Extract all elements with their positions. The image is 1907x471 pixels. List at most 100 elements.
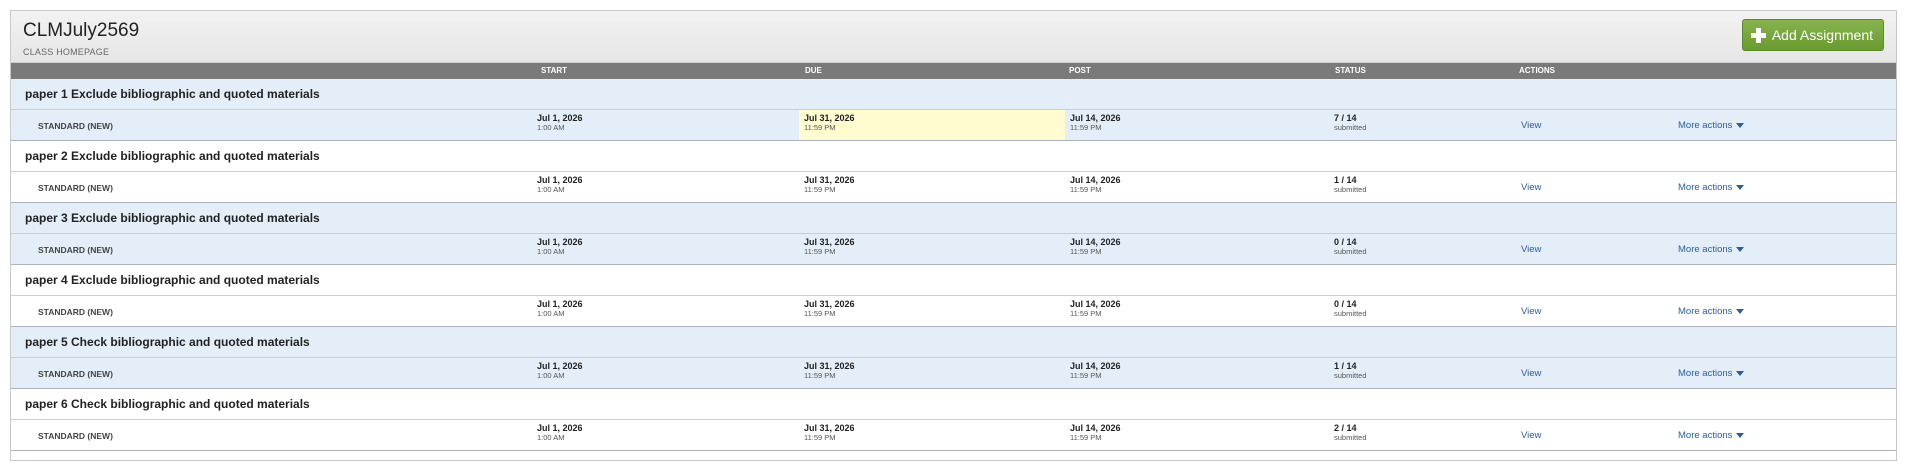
due-cell: Jul 31, 2026 11:59 PM	[799, 296, 1065, 326]
more-actions-label: More actions	[1678, 306, 1733, 317]
status-cell: 7 / 14 submitted	[1334, 110, 1484, 140]
due-date: Jul 31, 2026	[804, 175, 855, 185]
caret-down-icon	[1736, 246, 1745, 252]
assignment-detail-row: STANDARD (NEW) Jul 1, 2026 1:00 AM Jul 3…	[11, 172, 1896, 203]
due-date: Jul 31, 2026	[804, 423, 855, 433]
view-link[interactable]: View	[1521, 244, 1541, 255]
assignment-title-row: paper 1 Exclude bibliographic and quoted…	[11, 79, 1896, 110]
more-actions-label: More actions	[1678, 120, 1733, 131]
due-date: Jul 31, 2026	[804, 299, 855, 309]
assignment-title-row: paper 5 Check bibliographic and quoted m…	[11, 327, 1896, 358]
post-cell: Jul 14, 2026 11:59 PM	[1070, 296, 1320, 326]
assignment-detail-row: STANDARD (NEW) Jul 1, 2026 1:00 AM Jul 3…	[11, 296, 1896, 327]
due-cell: Jul 31, 2026 11:59 PM	[799, 420, 1065, 450]
start-date: Jul 1, 2026	[537, 423, 583, 433]
start-date: Jul 1, 2026	[537, 299, 583, 309]
caret-down-icon	[1736, 122, 1745, 128]
caret-down-icon	[1736, 184, 1745, 190]
start-cell: Jul 1, 2026 1:00 AM	[537, 296, 801, 326]
status-cell: 1 / 14 submitted	[1334, 172, 1484, 202]
plus-icon	[1750, 27, 1766, 43]
due-time: 11:59 PM	[804, 309, 836, 318]
assignment-detail-row: STANDARD (NEW) Jul 1, 2026 1:00 AM Jul 3…	[11, 420, 1896, 451]
post-cell: Jul 14, 2026 11:59 PM	[1070, 358, 1320, 388]
class-homepage: CLMJuly2569 CLASS HOMEPAGE Add Assignmen…	[10, 10, 1897, 461]
due-date: Jul 31, 2026	[804, 361, 855, 371]
more-actions-dropdown[interactable]: More actions	[1678, 244, 1745, 255]
post-time: 11:59 PM	[1070, 433, 1102, 442]
status-cell: 0 / 14 submitted	[1334, 234, 1484, 264]
view-link[interactable]: View	[1521, 430, 1541, 441]
due-date: Jul 31, 2026	[804, 113, 855, 123]
assignment-type: STANDARD (NEW)	[38, 183, 113, 193]
more-actions-dropdown[interactable]: More actions	[1678, 120, 1745, 131]
due-cell: Jul 31, 2026 11:59 PM	[799, 172, 1065, 202]
post-time: 11:59 PM	[1070, 371, 1102, 380]
post-time: 11:59 PM	[1070, 185, 1102, 194]
start-time: 1:00 AM	[537, 247, 565, 256]
caret-down-icon	[1736, 432, 1745, 438]
post-cell: Jul 14, 2026 11:59 PM	[1070, 172, 1320, 202]
more-actions-label: More actions	[1678, 182, 1733, 193]
assignment-title: paper 3 Exclude bibliographic and quoted…	[25, 211, 320, 225]
more-actions-label: More actions	[1678, 368, 1733, 379]
column-header: START DUE POST STATUS ACTIONS	[11, 63, 1896, 79]
status-label: submitted	[1334, 185, 1367, 194]
view-link[interactable]: View	[1521, 306, 1541, 317]
post-cell: Jul 14, 2026 11:59 PM	[1070, 420, 1320, 450]
caret-down-icon	[1736, 308, 1745, 314]
view-link[interactable]: View	[1521, 182, 1541, 193]
view-link[interactable]: View	[1521, 368, 1541, 379]
assignment-detail-row: STANDARD (NEW) Jul 1, 2026 1:00 AM Jul 3…	[11, 358, 1896, 389]
status-count: 2 / 14	[1334, 423, 1357, 433]
column-status: STATUS	[1335, 66, 1366, 75]
more-actions-dropdown[interactable]: More actions	[1678, 430, 1745, 441]
status-count: 1 / 14	[1334, 175, 1357, 185]
due-time: 11:59 PM	[804, 371, 836, 380]
view-link[interactable]: View	[1521, 120, 1541, 131]
assignment-detail-row: STANDARD (NEW) Jul 1, 2026 1:00 AM Jul 3…	[11, 234, 1896, 265]
start-date: Jul 1, 2026	[537, 361, 583, 371]
start-time: 1:00 AM	[537, 123, 565, 132]
assignment-title: paper 6 Check bibliographic and quoted m…	[25, 397, 310, 411]
column-actions: ACTIONS	[1519, 66, 1555, 75]
column-post: POST	[1069, 66, 1091, 75]
start-cell: Jul 1, 2026 1:00 AM	[537, 172, 801, 202]
start-cell: Jul 1, 2026 1:00 AM	[537, 110, 801, 140]
status-label: submitted	[1334, 433, 1367, 442]
assignment-title: paper 5 Check bibliographic and quoted m…	[25, 335, 310, 349]
due-time: 11:59 PM	[804, 433, 836, 442]
post-cell: Jul 14, 2026 11:59 PM	[1070, 234, 1320, 264]
more-actions-dropdown[interactable]: More actions	[1678, 368, 1745, 379]
status-label: submitted	[1334, 309, 1367, 318]
due-time: 11:59 PM	[804, 247, 836, 256]
status-count: 0 / 14	[1334, 299, 1357, 309]
more-actions-dropdown[interactable]: More actions	[1678, 182, 1745, 193]
assignment-title-row: paper 6 Check bibliographic and quoted m…	[11, 389, 1896, 420]
due-cell: Jul 31, 2026 11:59 PM	[799, 358, 1065, 388]
assignment-type: STANDARD (NEW)	[38, 431, 113, 441]
assignment-title: paper 4 Exclude bibliographic and quoted…	[25, 273, 320, 287]
status-count: 0 / 14	[1334, 237, 1357, 247]
due-date: Jul 31, 2026	[804, 237, 855, 247]
post-date: Jul 14, 2026	[1070, 299, 1121, 309]
status-cell: 1 / 14 submitted	[1334, 358, 1484, 388]
start-time: 1:00 AM	[537, 371, 565, 380]
more-actions-dropdown[interactable]: More actions	[1678, 306, 1745, 317]
assignment-detail-row: STANDARD (NEW) Jul 1, 2026 1:00 AM Jul 3…	[11, 110, 1896, 141]
add-assignment-button[interactable]: Add Assignment	[1741, 19, 1884, 51]
assignment-type: STANDARD (NEW)	[38, 307, 113, 317]
post-time: 11:59 PM	[1070, 309, 1102, 318]
assignment-title: paper 2 Exclude bibliographic and quoted…	[25, 149, 320, 163]
post-date: Jul 14, 2026	[1070, 175, 1121, 185]
assignment-title-row: paper 3 Exclude bibliographic and quoted…	[11, 203, 1896, 234]
assignment-type: STANDARD (NEW)	[38, 369, 113, 379]
start-time: 1:00 AM	[537, 185, 565, 194]
column-start: START	[541, 66, 568, 75]
caret-down-icon	[1736, 370, 1745, 376]
start-date: Jul 1, 2026	[537, 237, 583, 247]
due-cell: Jul 31, 2026 11:59 PM	[799, 110, 1065, 140]
start-cell: Jul 1, 2026 1:00 AM	[537, 358, 801, 388]
assignment-title: paper 1 Exclude bibliographic and quoted…	[25, 87, 320, 101]
class-header: CLMJuly2569 CLASS HOMEPAGE Add Assignmen…	[11, 11, 1896, 63]
